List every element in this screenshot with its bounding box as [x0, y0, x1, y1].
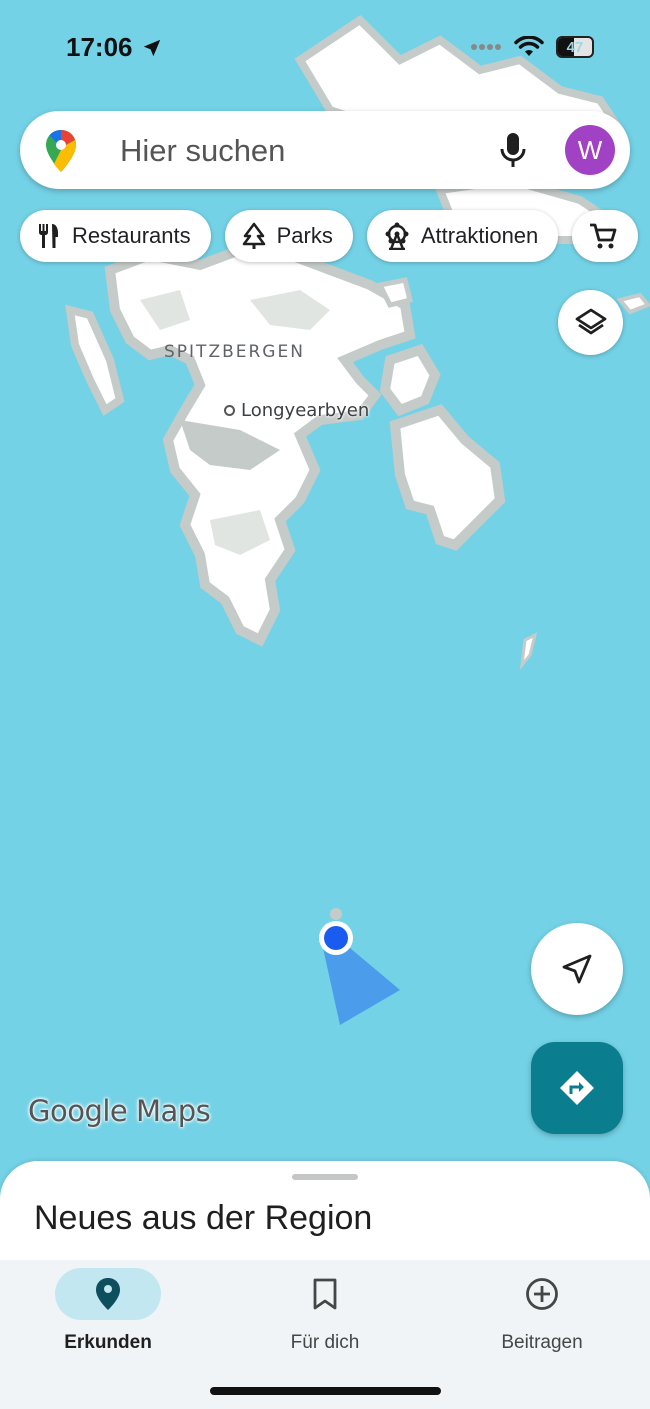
search-input[interactable]: Hier suchen — [120, 133, 285, 169]
chip-label: Attraktionen — [420, 223, 539, 248]
category-chips: Restaurants Parks Attraktionen — [20, 210, 639, 262]
wifi-icon — [514, 36, 544, 56]
battery-icon: 47 — [556, 36, 594, 58]
home-indicator[interactable] — [210, 1387, 441, 1395]
location-services-icon — [143, 39, 160, 56]
nav-label: Für dich — [290, 1332, 360, 1353]
nav-label: Beitragen — [501, 1332, 583, 1353]
directions-button[interactable] — [531, 1042, 623, 1134]
map-label-region: SPITZBERGEN — [164, 342, 305, 362]
nav-item-explore[interactable]: Erkunden — [28, 1268, 188, 1354]
status-indicators: 47 — [470, 36, 594, 58]
status-bar: 17:06 47 — [0, 0, 650, 96]
sheet-drag-handle[interactable] — [292, 1174, 358, 1180]
nav-label: Erkunden — [64, 1332, 152, 1353]
my-location-button[interactable] — [531, 923, 623, 1015]
navigation-arrow-icon — [562, 954, 592, 984]
layers-button[interactable] — [558, 290, 623, 355]
city-dot-icon — [224, 405, 235, 416]
chip-restaurants[interactable]: Restaurants — [20, 210, 211, 262]
status-time-text: 17:06 — [66, 32, 133, 62]
google-maps-logo: Google Maps — [28, 1094, 211, 1128]
island-east-2 — [389, 404, 506, 551]
location-heading-cone — [323, 948, 400, 1025]
bookmark-icon — [313, 1278, 337, 1310]
map-label-city[interactable]: Longyearbyen — [224, 400, 369, 421]
nav-active-indicator — [55, 1268, 161, 1320]
nav-item-for-you[interactable]: Für dich — [245, 1268, 405, 1354]
directions-icon — [560, 1071, 594, 1105]
layers-icon — [575, 308, 606, 334]
status-time: 17:06 — [66, 32, 163, 63]
island-east-1 — [379, 343, 441, 417]
microphone-icon[interactable] — [498, 131, 528, 171]
chip-label: Parks — [276, 223, 333, 248]
city-label-text: Longyearbyen — [241, 400, 370, 421]
islet-far-right — [616, 292, 650, 315]
cellular-signal-icon — [471, 44, 501, 50]
chip-label: Restaurants — [72, 223, 191, 248]
maps-screen: SPITZBERGEN Longyearbyen 17:06 47 Hier s… — [0, 0, 650, 1409]
island-west — [65, 304, 125, 416]
tree-icon — [242, 222, 265, 249]
add-circle-icon — [526, 1278, 558, 1310]
location-pin-icon — [96, 1278, 120, 1310]
sheet-title: Neues aus der Region — [34, 1199, 373, 1237]
nav-icon-wrap — [272, 1268, 378, 1320]
chip-attractions[interactable]: Attraktionen — [366, 210, 559, 262]
user-location-dot-core — [324, 926, 348, 950]
chip-shopping[interactable] — [572, 210, 639, 262]
bear-island — [330, 908, 342, 920]
ferris-wheel-icon — [385, 222, 409, 250]
islet-east — [519, 632, 538, 671]
chip-parks[interactable]: Parks — [224, 210, 353, 262]
nav-item-contribute[interactable]: Beitragen — [462, 1268, 622, 1354]
shopping-cart-icon — [590, 223, 617, 249]
search-bar[interactable]: Hier suchen W — [20, 111, 630, 189]
google-maps-pin-icon — [46, 130, 76, 172]
battery-level: 47 — [566, 38, 584, 56]
fork-knife-icon — [39, 224, 58, 248]
account-avatar[interactable]: W — [565, 125, 615, 175]
nav-icon-wrap — [489, 1268, 595, 1320]
